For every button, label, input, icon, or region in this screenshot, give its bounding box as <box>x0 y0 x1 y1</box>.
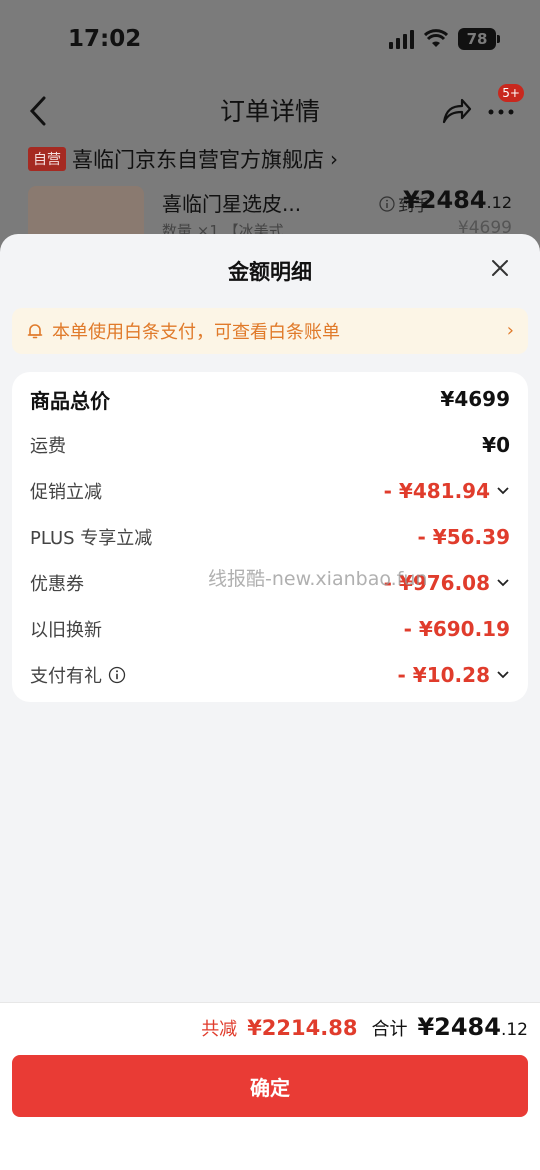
row-value-wrap: - ¥10.28 <box>398 663 510 687</box>
info-icon <box>379 196 395 212</box>
self-operated-tag: 自营 <box>28 147 66 171</box>
notice-text: 本单使用白条支付，可查看白条账单 <box>52 322 340 343</box>
confirm-button[interactable]: 确定 <box>12 1055 528 1117</box>
watermark: 线报酷-new.xianbao.fun <box>208 568 428 590</box>
product-price: ¥2484.12 <box>403 186 512 214</box>
row-shipping: 运费 ¥0 <box>30 430 510 460</box>
row-value: - ¥56.39 <box>417 525 510 549</box>
row-label: 以旧换新 <box>30 620 102 641</box>
row-value: - ¥10.28 <box>397 663 490 687</box>
sheet-footer: 共减 ¥2214.88 合计 ¥2484.12 确定 <box>0 1002 540 1170</box>
battery-icon: 78 <box>458 28 500 50</box>
status-icons: 78 <box>389 28 500 50</box>
info-icon[interactable] <box>108 666 126 684</box>
bell-icon <box>27 324 43 339</box>
status-bar: 17:02 78 <box>0 0 540 80</box>
sheet-title: 金额明细 <box>228 260 312 284</box>
order-detail-page: 17:02 78 订单详情 5+ 自营 喜临门京东自营官方旗舰店 › 喜临门星选… <box>0 0 540 260</box>
row-trade-in: 以旧换新 - ¥690.19 <box>30 614 510 644</box>
total-decimal: .12 <box>500 1020 528 1040</box>
share-icon[interactable] <box>440 94 472 126</box>
close-icon[interactable] <box>490 258 510 278</box>
saved-label: 共减 <box>201 1019 238 1040</box>
total-label: 合计 <box>371 1019 408 1040</box>
product-price-main: ¥2484 <box>403 186 487 214</box>
nav-bar: 订单详情 5+ <box>0 84 540 136</box>
row-promotion[interactable]: 促销立减 - ¥481.94 <box>30 476 510 506</box>
notification-badge: 5+ <box>498 84 524 102</box>
total-value: ¥2484.12 <box>417 1013 528 1041</box>
row-payment-gift[interactable]: 支付有礼 - ¥10.28 <box>30 660 510 690</box>
chevron-right-icon: › <box>506 320 514 341</box>
row-value: - ¥481.94 <box>383 479 490 503</box>
saved-value: ¥2214.88 <box>247 1016 358 1040</box>
row-label: PLUS 专享立减 <box>30 528 153 549</box>
row-label: 促销立减 <box>30 482 102 503</box>
chevron-right-icon: › <box>330 147 338 171</box>
amount-detail-card: 商品总价 ¥4699 运费 ¥0 促销立减 - ¥481.94 PLUS 专享立… <box>12 372 528 702</box>
row-value: ¥0 <box>482 433 510 457</box>
total-main: ¥2484 <box>417 1013 501 1041</box>
row-label-wrap: 支付有礼 <box>30 662 126 688</box>
row-label: 支付有礼 <box>30 666 102 687</box>
row-label: 优惠券 <box>30 574 84 595</box>
store-row[interactable]: 自营 喜临门京东自营官方旗舰店 › <box>28 144 338 174</box>
signal-icon <box>389 29 414 49</box>
row-label: 运费 <box>30 436 66 457</box>
wifi-icon <box>424 29 448 47</box>
row-value-wrap: - ¥481.94 <box>384 479 510 503</box>
store-name: 喜临门京东自营官方旗舰店 <box>72 148 324 172</box>
row-plus-discount: PLUS 专享立减 - ¥56.39 <box>30 522 510 552</box>
row-goods-total: 商品总价 ¥4699 <box>30 384 510 414</box>
amount-detail-sheet: 金额明细 本单使用白条支付，可查看白条账单 › 商品总价 ¥4699 运费 ¥0… <box>0 234 540 1170</box>
status-time: 17:02 <box>68 26 142 52</box>
chevron-down-icon[interactable] <box>496 668 510 682</box>
row-value: ¥4699 <box>440 387 510 411</box>
product-name: 喜临门星选皮... <box>162 192 302 216</box>
chevron-down-icon[interactable] <box>496 576 510 590</box>
row-value: - ¥690.19 <box>403 617 510 641</box>
baitiao-notice[interactable]: 本单使用白条支付，可查看白条账单 › <box>12 308 528 354</box>
product-price-decimal: .12 <box>486 193 512 212</box>
footer-summary: 共减 ¥2214.88 合计 ¥2484.12 <box>201 1013 528 1041</box>
row-label: 商品总价 <box>30 388 110 413</box>
chevron-down-icon[interactable] <box>496 484 510 498</box>
